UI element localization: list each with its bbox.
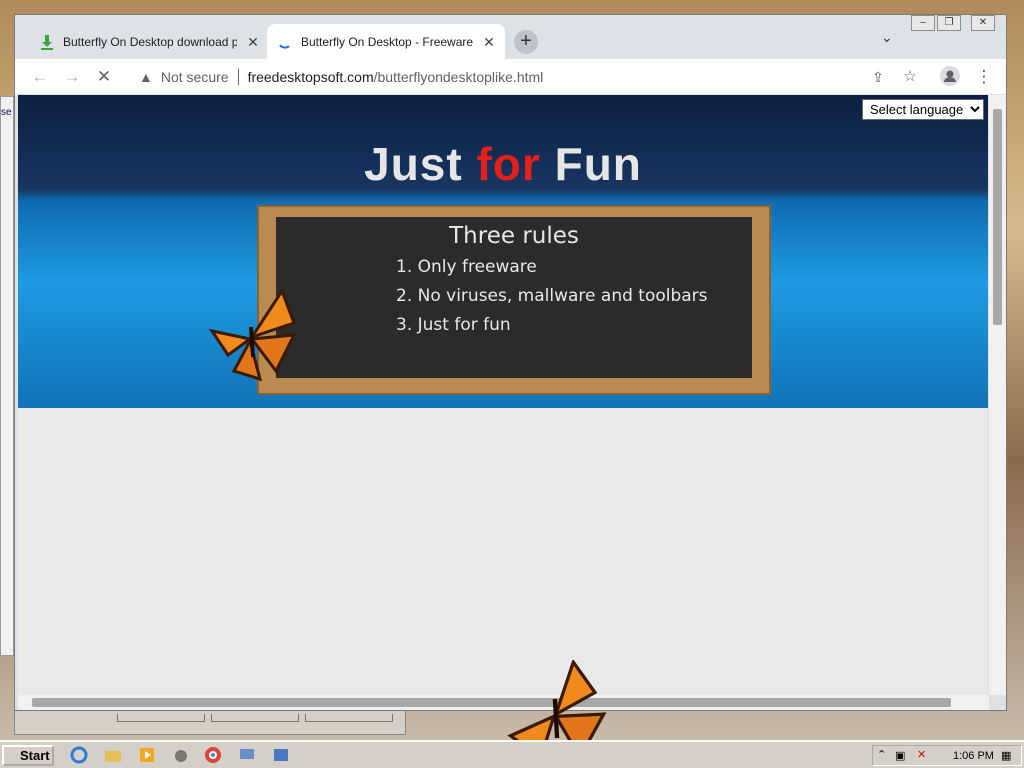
rule-item: 2. No viruses, mallware and toolbars — [396, 286, 708, 306]
folder-icon[interactable] — [104, 746, 124, 766]
tab-title: Butterfly On Desktop download page — [63, 34, 237, 49]
taskbar: Start ⌃ ▣ ✕ 1:06 PM ▦ — [0, 740, 1024, 768]
restore-button[interactable]: ❐ — [937, 15, 961, 31]
security-label[interactable]: Not secure — [161, 69, 229, 85]
background-window-edge: se — [0, 96, 14, 656]
browser-toolbar: ← → ✕ ▲ Not secure freedesktopsoft.com/b… — [15, 59, 1006, 94]
close-tab-icon[interactable]: ✕ — [481, 34, 497, 50]
minimize-button[interactable]: – — [911, 15, 935, 31]
background-text: se — [1, 107, 12, 118]
address-bar[interactable]: ▲ Not secure freedesktopsoft.com/butterf… — [129, 63, 869, 91]
url-path: /butterflyondesktoplike.html — [373, 69, 544, 85]
tab-download-page[interactable]: Butterfly On Desktop download page ✕ — [29, 24, 269, 59]
title-word-red: for — [476, 138, 541, 190]
warning-icon: ▲ — [139, 69, 153, 85]
chalkboard: Three rules 1. Only freeware 2. No virus… — [257, 205, 771, 395]
new-tab-button[interactable]: + — [514, 30, 538, 54]
desktop-icon[interactable]: ▦ — [1001, 749, 1011, 762]
ie-icon[interactable] — [70, 746, 90, 766]
tab-title: Butterfly On Desktop - Freeware software — [301, 34, 473, 49]
loading-spinner-icon — [279, 43, 290, 49]
close-window-button[interactable]: ✕ — [971, 15, 995, 31]
scroll-thumb[interactable] — [993, 109, 1002, 325]
vertical-scrollbar[interactable] — [989, 95, 1006, 695]
tab-freeware-software[interactable]: Butterfly On Desktop - Freeware software… — [267, 24, 505, 59]
share-icon[interactable]: ⇪ — [867, 66, 889, 88]
chrome-icon[interactable] — [204, 746, 224, 766]
network-icon[interactable] — [238, 746, 258, 766]
butterfly-icon — [208, 287, 297, 382]
web-page: Select language Just for Fun Three rules… — [18, 95, 988, 695]
browser-window: Butterfly On Desktop download page ✕ But… — [14, 14, 1007, 711]
raccoon-icon[interactable] — [172, 746, 192, 766]
url-host: freedesktopsoft.com — [247, 69, 374, 85]
menu-icon[interactable]: ⋮ — [973, 66, 995, 88]
chevron-up-icon[interactable]: ⌃ — [877, 748, 886, 761]
tab-strip: Butterfly On Desktop download page ✕ But… — [15, 15, 1006, 59]
close-tab-icon[interactable]: ✕ — [245, 34, 261, 50]
page-title: Just for Fun — [18, 137, 988, 191]
back-button[interactable]: ← — [29, 66, 51, 88]
divider — [237, 69, 239, 85]
chalkboard-slate: Three rules 1. Only freeware 2. No virus… — [276, 217, 752, 378]
forward-button[interactable]: → — [61, 66, 83, 88]
download-icon — [41, 34, 53, 50]
title-word: Fun — [554, 138, 642, 190]
star-icon[interactable]: ☆ — [899, 66, 921, 88]
header-banner: Select language Just for Fun Three rules… — [18, 95, 988, 408]
media-player-icon[interactable] — [138, 746, 158, 766]
rules-list: 1. Only freeware 2. No viruses, mallware… — [396, 253, 752, 340]
scroll-thumb[interactable] — [32, 698, 951, 707]
rules-heading: Three rules — [449, 223, 579, 249]
clock[interactable]: 1:06 PM — [953, 750, 994, 762]
profile-icon[interactable] — [939, 66, 961, 88]
stop-button[interactable]: ✕ — [93, 66, 115, 88]
start-button[interactable]: Start — [2, 745, 54, 766]
volume-muted-icon[interactable]: ✕ — [917, 748, 926, 761]
system-tray: ⌃ ▣ ✕ 1:06 PM ▦ — [872, 745, 1022, 766]
tab-search-icon[interactable]: ⌄ — [881, 29, 893, 46]
rule-item: 3. Just for fun — [396, 315, 511, 335]
title-word: Just — [364, 138, 463, 190]
window-icon[interactable] — [272, 746, 292, 766]
language-select[interactable]: Select language — [862, 99, 984, 120]
rule-item: 1. Only freeware — [396, 257, 537, 277]
network-tray-icon[interactable]: ▣ — [895, 749, 905, 762]
